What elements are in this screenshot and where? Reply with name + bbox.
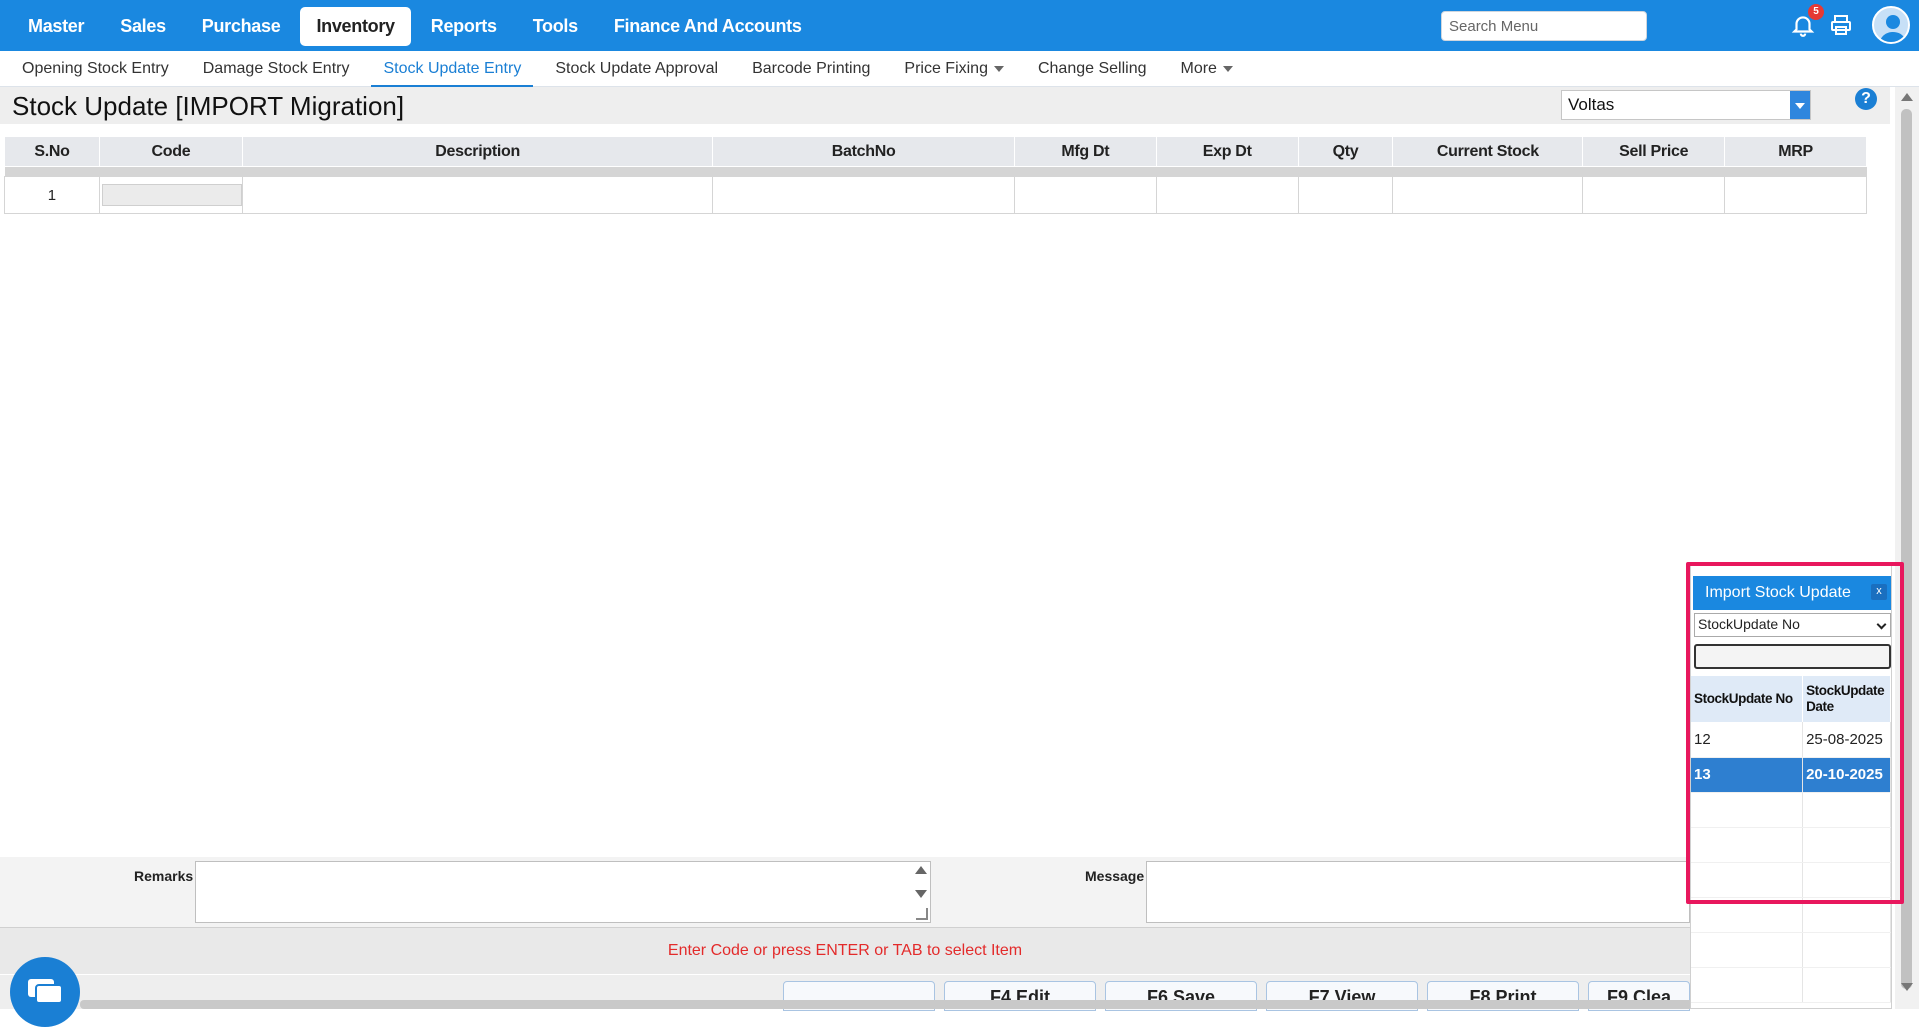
col-sell-price: Sell Price (1582, 136, 1726, 167)
user-icon (1879, 15, 1907, 42)
remarks-label: Remarks (134, 868, 194, 884)
grid-spacer (4, 166, 1867, 177)
sub-navbar: Opening Stock Entry Damage Stock Entry S… (0, 51, 1919, 87)
import-panel-header: Import Stock Update x (1693, 576, 1891, 610)
chevron-down-icon (993, 65, 1004, 72)
printer-icon[interactable] (1829, 13, 1853, 37)
empty-row (1691, 967, 1891, 1003)
tab-stock-update-entry[interactable]: Stock Update Entry (371, 51, 534, 87)
cell-mfg-dt[interactable] (1013, 176, 1157, 214)
stockupdate-no: 12 (1691, 722, 1804, 758)
tab-price-fixing[interactable]: Price Fixing (892, 51, 1016, 87)
stockupdate-date: 25-08-2025 (1802, 722, 1891, 758)
col-mfg-dt: Mfg Dt (1013, 136, 1157, 167)
col-code: Code (98, 136, 243, 167)
col-qty: Qty (1297, 136, 1394, 167)
scroll-down-icon[interactable] (915, 890, 927, 898)
stock-update-grid: S.No Code Description BatchNo Mfg Dt Exp… (4, 136, 1867, 214)
col-stockupdate-no: StockUpdate No (1691, 676, 1804, 722)
chat-button[interactable] (10, 957, 80, 1027)
col-description: Description (241, 136, 714, 167)
cell-sell-price[interactable] (1582, 176, 1726, 214)
resize-handle-icon[interactable] (916, 908, 928, 920)
col-stockupdate-date: StockUpdate Date (1802, 676, 1891, 722)
cell-sno: 1 (4, 176, 100, 214)
col-batchno: BatchNo (712, 136, 1015, 167)
close-icon[interactable]: x (1871, 584, 1887, 600)
import-list-table: StockUpdate No StockUpdate Date 12 25-08… (1691, 676, 1891, 1003)
tab-more[interactable]: More (1169, 51, 1245, 87)
nav-master[interactable]: Master (12, 7, 100, 46)
remarks-area: Remarks Message (0, 857, 1690, 927)
empty-row (1691, 862, 1891, 898)
status-message: Enter Code or press ENTER or TAB to sele… (667, 942, 1023, 959)
table-row: 1 (4, 176, 1867, 214)
cell-description[interactable] (241, 176, 714, 214)
help-icon[interactable]: ? (1855, 88, 1877, 110)
chat-icon (28, 979, 63, 1004)
cell-exp-dt[interactable] (1155, 176, 1299, 214)
scroll-down-icon[interactable] (1901, 983, 1913, 991)
cell-qty[interactable] (1297, 176, 1394, 214)
nav-inventory[interactable]: Inventory (300, 7, 411, 46)
col-current-stock: Current Stock (1392, 136, 1584, 167)
notification-badge: 5 (1808, 4, 1824, 20)
company-select[interactable]: Voltas (1561, 90, 1811, 120)
tab-barcode-printing[interactable]: Barcode Printing (740, 51, 882, 87)
status-row: Enter Code or press ENTER or TAB to sele… (0, 927, 1690, 974)
tab-stock-update-approval[interactable]: Stock Update Approval (543, 51, 730, 87)
horizontal-scrollbar[interactable] (80, 1000, 1880, 1009)
import-filter-select[interactable]: StockUpdate No (1694, 613, 1891, 637)
chevron-down-icon (1876, 619, 1887, 630)
nav-tools[interactable]: Tools (517, 7, 594, 46)
import-stock-update-panel: Import Stock Update x StockUpdate No Sto… (1690, 562, 1892, 1009)
scroll-up-icon[interactable] (1901, 93, 1913, 101)
page-title: Stock Update [IMPORT Migration] (12, 91, 405, 121)
cell-current-stock (1392, 176, 1584, 214)
remarks-textarea[interactable] (195, 861, 931, 923)
import-search-input[interactable] (1694, 644, 1891, 669)
import-panel-title: Import Stock Update (1705, 584, 1851, 601)
vertical-scrollbar[interactable] (1895, 87, 1919, 1009)
tab-damage-stock-entry[interactable]: Damage Stock Entry (191, 51, 362, 87)
empty-row (1691, 792, 1891, 828)
company-select-value: Voltas (1568, 95, 1615, 114)
nav-reports[interactable]: Reports (415, 7, 513, 46)
code-input[interactable] (101, 184, 242, 206)
list-item-selected[interactable]: 13 20-10-2025 (1691, 757, 1891, 793)
cell-code[interactable] (98, 176, 243, 214)
message-label: Message (1085, 868, 1145, 884)
nav-sales[interactable]: Sales (104, 7, 182, 46)
avatar[interactable] (1872, 6, 1910, 44)
top-navbar: Master Sales Purchase Inventory Reports … (0, 0, 1919, 51)
cell-batchno[interactable] (712, 176, 1015, 214)
search-menu-input[interactable] (1441, 11, 1647, 41)
col-sno: S.No (4, 136, 100, 167)
stockupdate-no: 13 (1691, 757, 1804, 793)
nav-finance-and-accounts[interactable]: Finance And Accounts (598, 7, 818, 46)
empty-row (1691, 932, 1891, 968)
tab-change-selling[interactable]: Change Selling (1026, 51, 1159, 87)
tab-price-fixing-label: Price Fixing (904, 60, 988, 77)
message-textarea[interactable] (1146, 861, 1690, 923)
col-mrp: MRP (1724, 136, 1867, 167)
cell-mrp[interactable] (1724, 176, 1867, 214)
title-row: Stock Update [IMPORT Migration] Voltas ? (0, 87, 1890, 124)
empty-row (1691, 827, 1891, 863)
scroll-up-icon[interactable] (915, 866, 927, 874)
tab-opening-stock-entry[interactable]: Opening Stock Entry (10, 51, 181, 87)
main-menu: Master Sales Purchase Inventory Reports … (12, 7, 818, 46)
import-filter-value: StockUpdate No (1698, 616, 1800, 632)
remarks-scrollbar[interactable] (910, 862, 930, 922)
tab-more-label: More (1180, 60, 1217, 77)
dropdown-arrow-icon[interactable] (1790, 91, 1810, 119)
chevron-down-icon (1222, 65, 1233, 72)
list-item[interactable]: 12 25-08-2025 (1691, 722, 1891, 758)
stockupdate-date: 20-10-2025 (1802, 757, 1891, 793)
nav-purchase[interactable]: Purchase (186, 7, 297, 46)
scroll-thumb[interactable] (1901, 109, 1912, 989)
empty-row (1691, 897, 1891, 933)
col-exp-dt: Exp Dt (1155, 136, 1299, 167)
